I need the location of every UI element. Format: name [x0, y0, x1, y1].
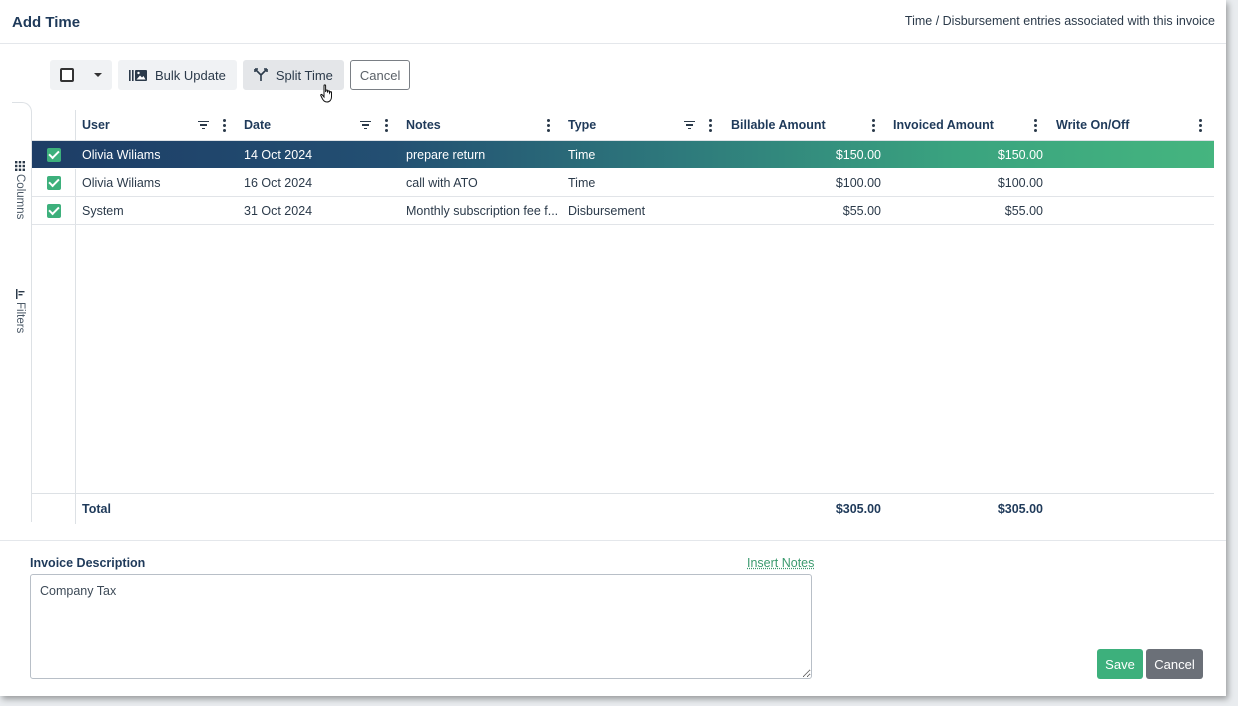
select-all-dropdown[interactable]: [50, 60, 112, 90]
table-row[interactable]: System 31 Oct 2024 Monthly subscription …: [32, 197, 1214, 225]
column-header-date[interactable]: Date: [244, 110, 364, 140]
row-checkbox[interactable]: [46, 147, 61, 162]
cell-type: Time: [568, 147, 596, 162]
grid-toolbar: Bulk Update Split Time Cancel: [50, 60, 411, 90]
columns-grid-icon: [15, 161, 25, 171]
cell-date: 14 Oct 2024: [244, 147, 313, 162]
row-select-cell: [32, 197, 76, 224]
select-column-divider: [75, 225, 76, 493]
invoice-description-input[interactable]: Company Tax: [30, 574, 812, 679]
side-tool-panel: Columns Filters: [12, 102, 32, 522]
row-select-cell: [32, 141, 76, 168]
invoiced-menu-icon[interactable]: [1034, 110, 1037, 140]
toolbar-cancel-button[interactable]: Cancel: [349, 60, 411, 90]
date-filter-icon[interactable]: [360, 110, 371, 140]
header-select-cell: [32, 110, 76, 140]
bulk-update-label: Bulk Update: [155, 67, 226, 83]
cell-billable: $55.00: [842, 203, 881, 218]
cell-type: Disbursement: [568, 203, 646, 218]
dialog-header: Add Time Time / Disbursement entries ass…: [0, 0, 1226, 44]
notes-menu-icon[interactable]: [547, 110, 550, 140]
cell-notes: call with ATO: [406, 175, 478, 190]
cancel-button[interactable]: Cancel: [1146, 649, 1203, 679]
cell-invoiced: $100.00: [997, 175, 1043, 190]
add-time-dialog: Add Time Time / Disbursement entries ass…: [0, 0, 1226, 696]
split-time-label: Split Time: [275, 67, 333, 83]
columns-label: Columns: [14, 174, 26, 220]
cell-user: Olivia Wiliams: [82, 147, 161, 162]
save-button[interactable]: Save: [1097, 649, 1143, 679]
bulk-update-icon: [129, 69, 147, 81]
date-menu-icon[interactable]: [385, 110, 388, 140]
column-header-type[interactable]: Type: [568, 110, 678, 140]
cell-user: System: [82, 203, 124, 218]
total-label: Total: [82, 502, 111, 516]
row-checkbox[interactable]: [46, 203, 61, 218]
row-select-cell: [32, 169, 76, 196]
row-checkbox[interactable]: [46, 175, 61, 190]
grid-header-row: User Date Notes Type Billable Amount Inv…: [32, 110, 1214, 141]
column-header-notes[interactable]: Notes: [406, 110, 558, 140]
time-entries-grid: User Date Notes Type Billable Amount Inv…: [32, 110, 1214, 524]
insert-notes-link[interactable]: Insert Notes: [747, 556, 814, 570]
bulk-update-button[interactable]: Bulk Update: [118, 60, 237, 90]
column-header-write-on-off[interactable]: Write On/Off: [1056, 110, 1176, 140]
user-menu-icon[interactable]: [223, 110, 226, 140]
table-row[interactable]: Olivia Wiliams 16 Oct 2024 call with ATO…: [32, 169, 1214, 197]
table-row[interactable]: Olivia Wiliams 14 Oct 2024 prepare retur…: [32, 141, 1214, 169]
split-icon: [254, 68, 268, 81]
type-menu-icon[interactable]: [709, 110, 712, 140]
invoice-description-label: Invoice Description: [30, 556, 146, 570]
grid-total-row: Total $305.00 $305.00: [32, 493, 1214, 524]
cell-user: Olivia Wiliams: [82, 175, 161, 190]
billable-menu-icon[interactable]: [872, 110, 875, 140]
section-divider: [0, 540, 1226, 541]
total-invoiced: $305.00: [997, 502, 1043, 516]
hand-cursor-icon: [320, 84, 332, 103]
column-header-user[interactable]: User: [82, 110, 202, 140]
user-filter-icon[interactable]: [198, 110, 209, 140]
dialog-title: Add Time: [12, 14, 81, 31]
columns-panel-toggle[interactable]: Columns: [14, 161, 26, 219]
filter-icon: [16, 289, 25, 299]
cell-billable: $100.00: [835, 175, 881, 190]
cell-invoiced: $150.00: [997, 147, 1043, 162]
cell-invoiced: $55.00: [1004, 203, 1043, 218]
type-filter-icon[interactable]: [684, 110, 695, 140]
column-header-billable[interactable]: Billable Amount: [731, 110, 851, 140]
cell-notes: Monthly subscription fee f...: [406, 203, 558, 218]
cell-billable: $150.00: [835, 147, 881, 162]
filters-panel-toggle[interactable]: Filters: [14, 289, 26, 333]
total-select-cell: [32, 494, 76, 524]
filters-label: Filters: [14, 302, 26, 334]
chevron-down-icon[interactable]: [94, 73, 102, 77]
cell-date: 16 Oct 2024: [244, 175, 313, 190]
total-billable: $305.00: [835, 502, 881, 516]
dialog-subtitle: Time / Disbursement entries associated w…: [904, 14, 1215, 28]
cell-notes: prepare return: [406, 147, 486, 162]
column-header-invoiced[interactable]: Invoiced Amount: [893, 110, 1013, 140]
cell-type: Time: [568, 175, 596, 190]
cell-date: 31 Oct 2024: [244, 203, 313, 218]
select-all-checkbox[interactable]: [60, 68, 74, 82]
write-on-off-menu-icon[interactable]: [1199, 110, 1202, 140]
